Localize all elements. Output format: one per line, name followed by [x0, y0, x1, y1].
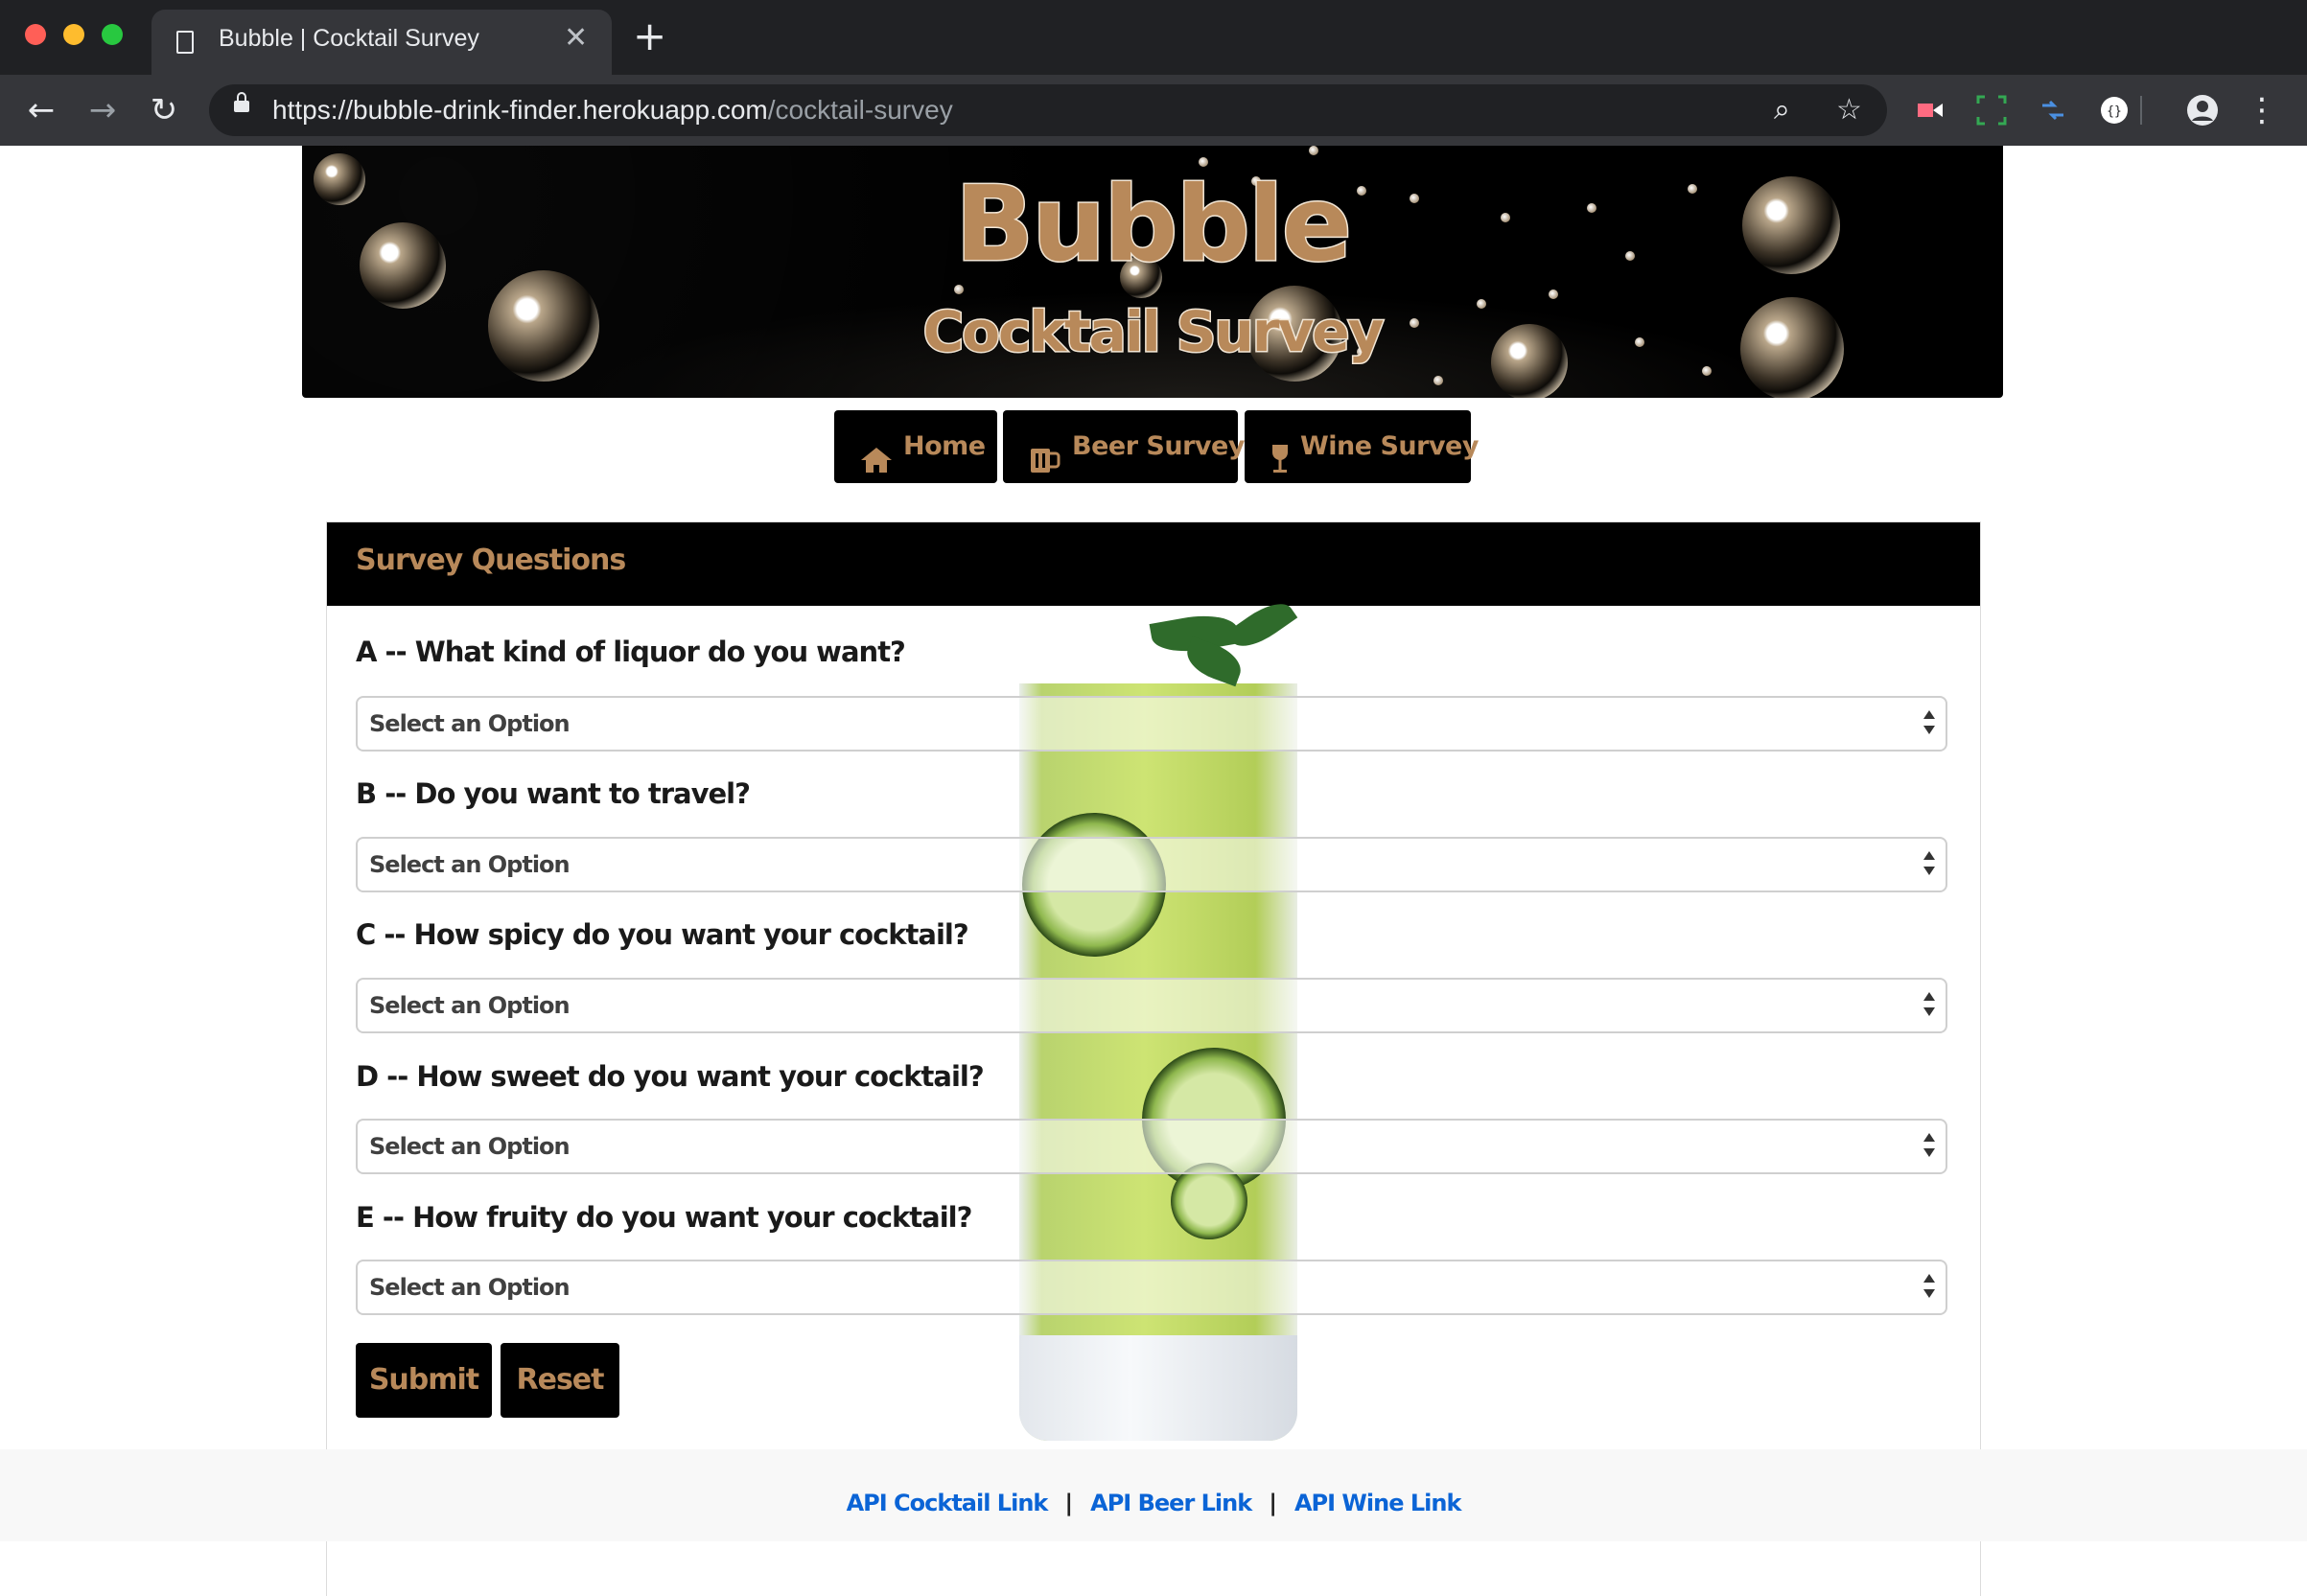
svg-text:{}: {}	[2107, 104, 2122, 119]
question-c-label: C -- How spicy do you want your cocktail…	[356, 918, 969, 951]
nav-beer-survey-label: Beer Survey	[1072, 431, 1245, 461]
url-host: https://bubble-drink-finder.herokuapp.co…	[272, 95, 768, 125]
question-e-selected-value: Select an Option	[369, 1274, 571, 1301]
tab-title: Bubble | Cocktail Survey	[219, 25, 479, 52]
api-beer-link[interactable]: API Beer Link	[1090, 1490, 1252, 1516]
select-arrows-icon	[1922, 990, 1935, 1019]
survey-card-header: Survey Questions	[327, 522, 1980, 606]
bubble-decoration	[1549, 289, 1558, 299]
browser-toolbar: ← → ↻ https://bubble-drink-finder.heroku…	[0, 75, 2307, 147]
glass-base-decoration	[1019, 1335, 1297, 1441]
document-icon	[176, 31, 194, 54]
nav-wine-survey-label: Wine Survey	[1300, 431, 1479, 461]
home-icon	[859, 430, 894, 473]
bubble-decoration	[1702, 366, 1712, 376]
footer-separator: |	[1269, 1490, 1277, 1516]
lock-icon	[234, 92, 249, 112]
question-d-label: D -- How sweet do you want your cocktail…	[356, 1060, 985, 1093]
address-bar[interactable]: https://bubble-drink-finder.herokuapp.co…	[209, 84, 1887, 136]
question-e-select[interactable]: Select an Option	[356, 1260, 1947, 1315]
select-arrows-icon	[1922, 1131, 1935, 1160]
header-banner: Bubble Cocktail Survey	[302, 146, 2003, 398]
main-nav: Home Beer Survey Wine Survey	[0, 410, 2307, 483]
select-arrows-icon	[1922, 1272, 1935, 1301]
maximize-window-button[interactable]	[102, 24, 123, 45]
extension-video-icon[interactable]	[1914, 94, 1946, 127]
beer-mug-icon	[1028, 430, 1062, 473]
minimize-window-button[interactable]	[63, 24, 84, 45]
question-a-selected-value: Select an Option	[369, 710, 571, 737]
question-b-label: B -- Do you want to travel?	[356, 777, 751, 810]
url-text[interactable]: https://bubble-drink-finder.herokuapp.co…	[272, 95, 953, 126]
bubble-decoration	[1433, 376, 1443, 385]
select-arrows-icon	[1922, 849, 1935, 878]
question-b-selected-value: Select an Option	[369, 851, 571, 878]
toolbar-divider	[2140, 96, 2142, 125]
page-subtitle: Cocktail Survey	[921, 298, 1386, 366]
question-e-label: E -- How fruity do you want your cocktai…	[356, 1201, 972, 1234]
nav-home-label: Home	[903, 431, 986, 461]
cucumber-slice-decoration	[1171, 1163, 1247, 1239]
bookmark-star-icon[interactable]: ☆	[1836, 88, 1862, 132]
tab-close-icon[interactable]: ✕	[564, 19, 588, 58]
select-arrows-icon	[1922, 708, 1935, 737]
question-d-selected-value: Select an Option	[369, 1133, 571, 1160]
question-a-select[interactable]: Select an Option	[356, 696, 1947, 752]
question-b-select[interactable]: Select an Option	[356, 837, 1947, 892]
nav-wine-survey-button[interactable]: Wine Survey	[1245, 410, 1479, 483]
reload-button[interactable]: ↻	[140, 86, 188, 134]
new-tab-button[interactable]: +	[633, 16, 666, 57]
forward-button[interactable]: →	[79, 86, 127, 134]
browser-tab[interactable]: Bubble | Cocktail Survey ✕	[151, 10, 612, 75]
question-a-label: A -- What kind of liquor do you want?	[356, 636, 906, 668]
api-cocktail-link[interactable]: API Cocktail Link	[847, 1490, 1049, 1516]
zoom-icon[interactable]: ⌕	[1774, 88, 1790, 132]
survey-card-title: Survey Questions	[356, 544, 626, 577]
question-c-select[interactable]: Select an Option	[356, 978, 1947, 1033]
page-content: Bubble Cocktail Survey Home Beer Survey …	[0, 146, 2307, 1596]
footer-links: API Cocktail Link | API Beer Link | API Wine…	[0, 1490, 2307, 1516]
site-title: Bubble	[953, 164, 1353, 287]
wine-glass-icon	[1270, 430, 1291, 473]
browser-menu-icon[interactable]: ⋮	[2238, 86, 2286, 134]
back-button[interactable]: ←	[17, 86, 65, 134]
browser-tab-bar: Bubble | Cocktail Survey ✕ +	[0, 0, 2307, 75]
reset-button[interactable]: Reset	[501, 1343, 619, 1418]
question-d-select[interactable]: Select an Option	[356, 1119, 1947, 1174]
bubble-decoration	[1309, 146, 1318, 155]
survey-card: Survey Questions A -- What kind of liquo…	[326, 521, 1981, 1596]
submit-button[interactable]: Submit	[356, 1343, 492, 1418]
extension-code-icon[interactable]: {}	[2098, 94, 2131, 127]
question-c-selected-value: Select an Option	[369, 992, 571, 1019]
api-wine-link[interactable]: API Wine Link	[1294, 1490, 1461, 1516]
extension-arrows-icon[interactable]	[2037, 94, 2069, 127]
nav-home-button[interactable]: Home	[834, 410, 997, 483]
extension-screenshot-icon[interactable]	[1975, 94, 2008, 127]
bubble-decoration	[954, 285, 964, 294]
footer-separator: |	[1064, 1490, 1074, 1516]
url-path: /cocktail-survey	[767, 95, 953, 125]
close-window-button[interactable]	[25, 24, 46, 45]
nav-beer-survey-button[interactable]: Beer Survey	[1003, 410, 1245, 483]
profile-avatar-icon[interactable]	[2186, 94, 2219, 127]
